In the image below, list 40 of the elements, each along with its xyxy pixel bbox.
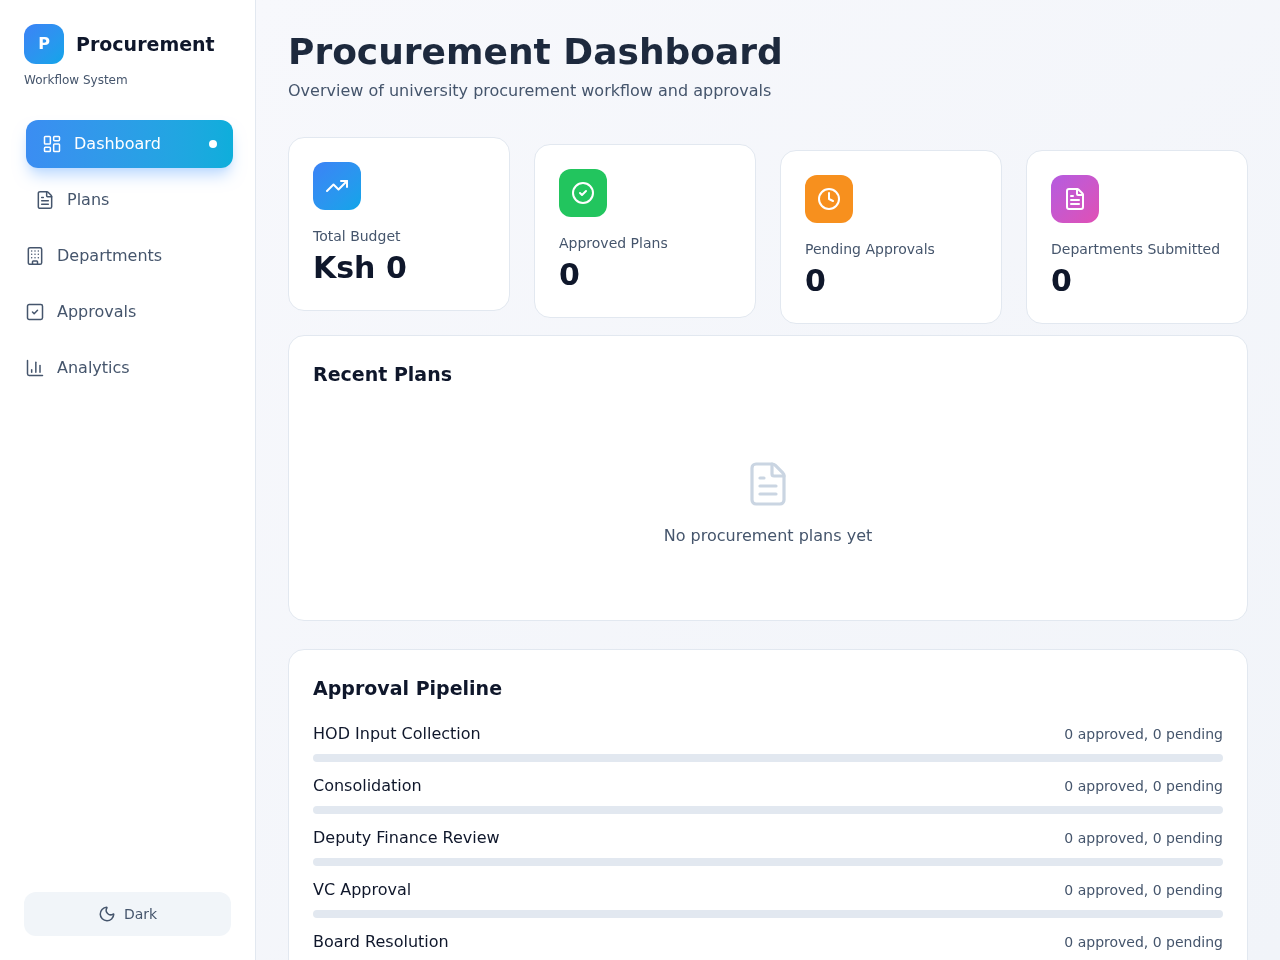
- stage-summary: 0 approved, 0 pending: [1064, 777, 1223, 796]
- app-subtitle: Workflow System: [24, 72, 129, 88]
- checkbox-icon: [25, 302, 45, 322]
- page-title: Procurement Dashboard: [288, 32, 784, 72]
- document-icon: [1051, 175, 1099, 223]
- stage-name: Board Resolution: [313, 931, 449, 953]
- stage-summary: 0 approved, 0 pending: [1064, 933, 1223, 952]
- stage-name: Consolidation: [313, 775, 422, 797]
- nav-item[interactable]: Plans: [24, 176, 232, 224]
- empty-state-text: No procurement plans yet: [663, 525, 873, 547]
- app-title: Procurement: [76, 31, 215, 57]
- page-subtitle: Overview of university procurement workflow and approvals: [288, 80, 773, 102]
- nav-item[interactable]: Departments: [24, 232, 232, 280]
- stage-summary: 0 approved, 0 pending: [1064, 881, 1223, 900]
- stat-label: Total Budget: [313, 227, 402, 246]
- clock-icon: [805, 175, 853, 223]
- bar-chart-icon: [25, 358, 45, 378]
- stage-name: VC Approval: [313, 879, 412, 901]
- section-title: Recent Plans: [313, 362, 453, 387]
- stat-label: Pending Approvals: [805, 240, 936, 259]
- section-title: Approval Pipeline: [313, 676, 504, 701]
- stat-label: Departments Submitted: [1051, 240, 1222, 259]
- moon-icon: [97, 905, 116, 923]
- building-icon: [25, 246, 45, 266]
- logo-tile: P: [24, 24, 64, 64]
- nav-item[interactable]: Approvals: [24, 288, 232, 336]
- stat-value: 0: [805, 263, 827, 299]
- theme-toggle-button[interactable]: Dark: [24, 892, 231, 936]
- stage-name: HOD Input Collection: [313, 723, 481, 745]
- grid-icon: [42, 134, 62, 154]
- nav-item[interactable]: Analytics: [24, 344, 232, 392]
- stage-summary: 0 approved, 0 pending: [1064, 725, 1223, 744]
- stat-value: 0: [1051, 263, 1073, 299]
- stat-value: 0: [559, 257, 581, 293]
- stage-summary: 0 approved, 0 pending: [1064, 829, 1223, 848]
- stat-label: Approved Plans: [559, 234, 669, 253]
- stage-name: Deputy Finance Review: [313, 827, 500, 849]
- trending-up-icon: [313, 162, 361, 210]
- document-icon: [35, 190, 55, 210]
- stat-value: Ksh 0: [313, 250, 408, 286]
